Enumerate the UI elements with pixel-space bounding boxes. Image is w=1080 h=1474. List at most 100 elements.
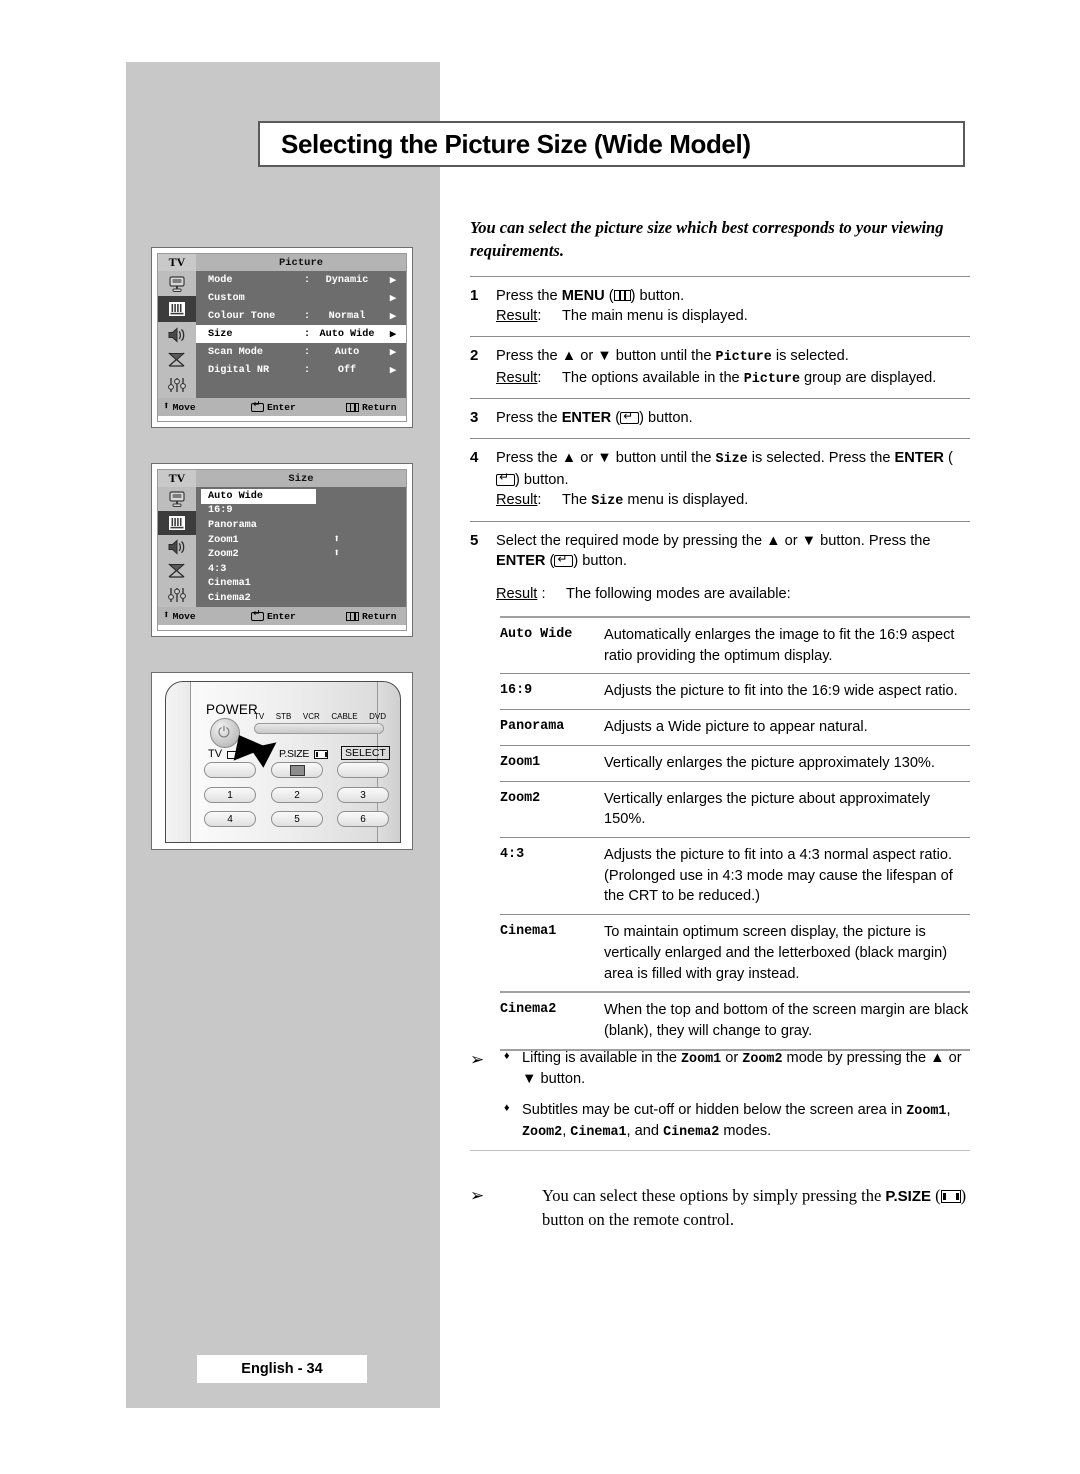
sliders-icon[interactable] — [158, 373, 196, 398]
mode-description: Adjusts the picture to fit into the 16:9… — [604, 683, 958, 700]
up-down-arrows-icon: ⬆ — [163, 609, 170, 622]
tv-button[interactable] — [204, 762, 256, 778]
mode-row: Zoom1 Vertically enlarges the picture ap… — [500, 746, 970, 781]
osd-move-label: Move — [172, 610, 196, 622]
result-colon: : — [537, 492, 542, 509]
enter-button-name: ENTER — [894, 450, 944, 467]
cinema2-name: Cinema2 — [663, 1124, 720, 1140]
key-6[interactable]: 6 — [337, 811, 389, 827]
step-body: Select the required mode by pressing the… — [496, 531, 970, 604]
osd-size-item[interactable]: 16:9 — [196, 504, 406, 519]
key-4[interactable]: 4 — [204, 811, 256, 827]
step-text: Press the — [496, 288, 562, 304]
osd-size-footer: ⬆ Move Enter Return — [158, 607, 406, 625]
osd-size-item[interactable]: Cinema2 — [196, 591, 406, 606]
final-note-pre: You can select these options by simply p… — [542, 1186, 886, 1205]
result-label: Result : — [496, 584, 566, 604]
step-text: Press the ▲ or ▼ button until the — [496, 347, 716, 364]
key-1[interactable]: 1 — [204, 787, 256, 803]
osd-size-item[interactable]: Cinema1 — [196, 577, 406, 592]
psize-key-icon — [940, 1190, 961, 1203]
osd-tv-label: TV — [158, 254, 196, 271]
step-result: Result : The following modes are availab… — [496, 584, 970, 604]
osd-row[interactable]: Custom ▶ — [196, 289, 406, 307]
picture-bars-icon[interactable] — [158, 296, 196, 322]
osd-row[interactable]: Scan Mode : Auto ▶ — [196, 343, 406, 361]
satellite-dish-icon[interactable] — [158, 347, 196, 372]
result-text-pre: The — [562, 492, 592, 509]
osd-row[interactable]: Mode : Dynamic ▶ — [196, 271, 406, 289]
osd-size-item-selected[interactable]: Auto Wide — [201, 489, 316, 504]
menu-key-icon — [613, 290, 631, 301]
intro-paragraph: You can select the picture size which be… — [470, 218, 944, 261]
key-2[interactable]: 2 — [271, 787, 323, 803]
mode-description: Adjusts a Wide picture to appear natural… — [604, 719, 868, 736]
result-text: The Size menu is displayed. — [562, 490, 970, 512]
osd-row-value: Normal — [328, 310, 366, 322]
osd-size-item[interactable]: Zoom1 ⬆ — [196, 533, 406, 548]
power-icon: ⏻ — [218, 723, 230, 741]
tv-monitor-icon[interactable] — [158, 487, 196, 511]
final-note: ➢ You can select these options by simply… — [470, 1184, 970, 1232]
step-text: ( — [545, 553, 555, 570]
key-6-label: 6 — [360, 813, 366, 825]
result-label: Result: — [496, 368, 562, 390]
enter-key-icon — [496, 473, 515, 486]
osd-size-item[interactable]: Zoom2 ⬆ — [196, 547, 406, 562]
mode-name: Cinema1 — [500, 924, 557, 940]
size-menu-name: Size — [591, 494, 624, 510]
sliders-icon[interactable] — [158, 583, 196, 607]
osd-row[interactable]: Digital NR : Off ▶ — [196, 361, 406, 379]
remote-power-label: POWER — [206, 702, 259, 717]
psize-key-icon — [314, 750, 328, 759]
key-5[interactable]: 5 — [271, 811, 323, 827]
result-colon: : — [541, 585, 546, 602]
osd-size-header: TV Size — [158, 470, 406, 487]
result-text: The main menu is displayed. — [562, 308, 748, 325]
tv-monitor-icon[interactable] — [158, 271, 196, 296]
osd-picture-frame: TV Picture Mode: Dynamic ▶ Custom ▶ Col… — [157, 253, 407, 422]
osd-row-label: Colour Tone — [208, 310, 276, 322]
speaker-icon[interactable] — [158, 322, 196, 347]
step-result: Result: The main menu is displayed. — [496, 306, 970, 326]
menu-key-icon — [346, 402, 359, 412]
satellite-dish-icon[interactable] — [158, 559, 196, 583]
osd-picture-body: Mode : Dynamic ▶ Custom ▶ Colour Tone : … — [158, 271, 406, 398]
osd-row[interactable]: Colour Tone : Normal ▶ — [196, 307, 406, 325]
osd-picture-footer: ⬆ Move Enter Return — [158, 398, 406, 416]
osd-row-label: Digital NR — [208, 364, 270, 376]
device-selector-bar[interactable] — [254, 723, 384, 734]
mode-name: 4:3 — [500, 847, 525, 863]
result-text-pre: The options available in the — [562, 369, 744, 386]
osd-size-item-label: Zoom1 — [208, 534, 239, 546]
key-4-label: 4 — [227, 813, 233, 825]
device-label-vcr: VCR — [302, 712, 320, 721]
sep: , — [946, 1101, 951, 1118]
picture-bars-icon[interactable] — [158, 511, 196, 535]
osd-return-label: Return — [362, 610, 397, 622]
mode-row: Cinema1 To maintain optimum screen displ… — [500, 915, 970, 991]
note-text-post: modes. — [719, 1122, 772, 1139]
osd-row-value: Auto Wide — [319, 328, 375, 340]
osd-return-label: Return — [362, 401, 397, 413]
step-text: is selected. — [771, 347, 849, 364]
select-button[interactable] — [337, 762, 389, 778]
step-line: Press the ▲ or ▼ button until the Pictur… — [496, 346, 970, 368]
final-note-text: You can select these options by simply p… — [542, 1184, 970, 1232]
chevron-right-icon: ▶ — [389, 365, 397, 377]
step-text: ) button. — [573, 553, 627, 570]
note-arrow-icon: ➢ — [470, 1050, 485, 1069]
result-word: Result — [496, 369, 538, 386]
osd-row-selected[interactable]: Size : Auto Wide ▶ — [196, 325, 406, 343]
key-3[interactable]: 3 — [337, 787, 389, 803]
step-text: ( — [943, 450, 953, 467]
remote-control-illustration: POWER ⏻ TV STB VCR CABLE DVD TV P.SIZE S… — [151, 672, 413, 850]
menu-button-name: MENU — [561, 288, 605, 304]
osd-size-item[interactable]: 4:3 — [196, 562, 406, 577]
note-arrow-icon: ➢ — [470, 1186, 485, 1205]
page-footer-box: English - 34 — [197, 1355, 367, 1383]
speaker-icon[interactable] — [158, 535, 196, 559]
mode-name: Zoom1 — [500, 754, 541, 770]
note-item: ♦ Subtitles may be cut-off or hidden bel… — [504, 1100, 970, 1142]
osd-size-item[interactable]: Panorama — [196, 518, 406, 533]
